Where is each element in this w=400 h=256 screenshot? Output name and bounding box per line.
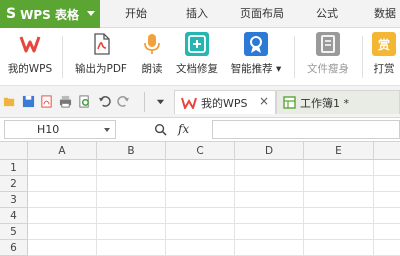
menu-bar: S WPS 表格 开始 插入 页面布局 公式 数据: [0, 0, 400, 28]
doc-tab-workbook[interactable]: 工作簿1 *: [276, 90, 400, 114]
column-header[interactable]: C: [166, 142, 235, 160]
ribbon-divider: [294, 36, 295, 78]
app-name: WPS 表格: [20, 7, 79, 22]
formula-bar: H10 fx: [0, 118, 400, 142]
formula-input[interactable]: [212, 120, 400, 139]
my-wps-button[interactable]: 我的WPS: [4, 32, 56, 84]
spreadsheet-grid: A B C D E 1 2 3 4 5 6: [0, 142, 400, 256]
tab-data[interactable]: 数据: [374, 0, 396, 28]
column-gridline: [234, 160, 235, 256]
tab-formulas[interactable]: 公式: [316, 0, 338, 28]
doc-repair-button[interactable]: 文档修复: [172, 32, 222, 84]
row-header[interactable]: 3: [0, 192, 28, 208]
column-gridline: [373, 160, 374, 256]
export-pdf-label: 输出为PDF: [75, 63, 127, 75]
smart-recommend-button[interactable]: 智能推荐 ▾: [226, 32, 286, 84]
repair-icon: [185, 32, 209, 56]
read-aloud-button[interactable]: 朗读: [136, 32, 168, 84]
wps-logo-icon: [18, 32, 42, 56]
zoom-search-icon[interactable]: [154, 123, 167, 136]
doc-tab-label: 工作簿1 *: [300, 96, 349, 110]
caret-down-icon: [87, 11, 95, 16]
column-header[interactable]: D: [235, 142, 304, 160]
redo-icon[interactable]: [117, 95, 130, 108]
doc-tab-label: 我的WPS: [201, 96, 248, 110]
ribbon: 我的WPS 输出为PDF 朗读 文档修复 智能推荐 ▾ 文件瘦身 赏 打赏: [0, 28, 400, 86]
file-slim-icon: [316, 32, 340, 56]
quick-access-bar: 我的WPS × 工作簿1 *: [0, 86, 400, 118]
ribbon-divider: [62, 36, 63, 78]
tab-insert[interactable]: 插入: [186, 0, 208, 28]
column-gridline: [165, 160, 166, 256]
column-header[interactable]: A: [28, 142, 97, 160]
pdf-icon: [89, 32, 113, 56]
app-menu-button[interactable]: S WPS 表格: [0, 0, 100, 28]
my-wps-label: 我的WPS: [7, 63, 53, 75]
row-header[interactable]: 6: [0, 240, 28, 256]
row-gridline: [28, 207, 400, 208]
doc-repair-label: 文档修复: [176, 63, 218, 75]
reward-label: 打赏: [373, 63, 395, 75]
print-preview-icon[interactable]: [78, 95, 91, 108]
file-slim-label: 文件瘦身: [307, 63, 349, 75]
spreadsheet-icon: [283, 96, 296, 109]
wps-logo-icon: [181, 97, 197, 109]
select-all-corner[interactable]: [0, 142, 28, 160]
save-icon[interactable]: [22, 95, 35, 108]
row-gridline: [28, 223, 400, 224]
name-box[interactable]: H10: [4, 120, 116, 139]
print-icon[interactable]: [59, 95, 72, 108]
row-header[interactable]: 1: [0, 160, 28, 176]
insert-function-button[interactable]: fx: [178, 122, 189, 136]
tab-page-layout[interactable]: 页面布局: [240, 0, 284, 28]
wps-logo-icon: S: [6, 6, 17, 22]
reward-button[interactable]: 赏 打赏: [368, 32, 400, 84]
column-header[interactable]: [374, 142, 400, 160]
chevron-down-icon[interactable]: [156, 97, 165, 106]
row-header[interactable]: 5: [0, 224, 28, 240]
row-header[interactable]: 2: [0, 176, 28, 192]
divider: [144, 92, 145, 112]
column-header[interactable]: B: [97, 142, 166, 160]
export-pdf-button[interactable]: 输出为PDF: [70, 32, 132, 84]
row-gridline: [28, 239, 400, 240]
chevron-down-icon[interactable]: [104, 128, 110, 132]
column-header[interactable]: E: [304, 142, 374, 160]
cell-reference: H10: [37, 123, 60, 136]
export-pdf-icon[interactable]: [40, 95, 53, 108]
microphone-icon: [140, 32, 164, 56]
tab-home[interactable]: 开始: [125, 0, 147, 28]
row-header[interactable]: 4: [0, 208, 28, 224]
badge-icon: [244, 32, 268, 56]
smart-recommend-label: 智能推荐 ▾: [230, 63, 282, 75]
column-gridline: [303, 160, 304, 256]
read-aloud-label: 朗读: [141, 63, 163, 75]
reward-icon: 赏: [372, 32, 396, 56]
close-icon[interactable]: ×: [259, 94, 269, 108]
row-gridline: [28, 175, 400, 176]
undo-icon[interactable]: [98, 95, 111, 108]
open-folder-icon[interactable]: [3, 95, 16, 108]
row-gridline: [28, 191, 400, 192]
doc-tab-my-wps[interactable]: 我的WPS ×: [174, 90, 276, 114]
column-gridline: [96, 160, 97, 256]
ribbon-divider: [362, 36, 363, 78]
file-slim-button[interactable]: 文件瘦身: [300, 32, 356, 84]
